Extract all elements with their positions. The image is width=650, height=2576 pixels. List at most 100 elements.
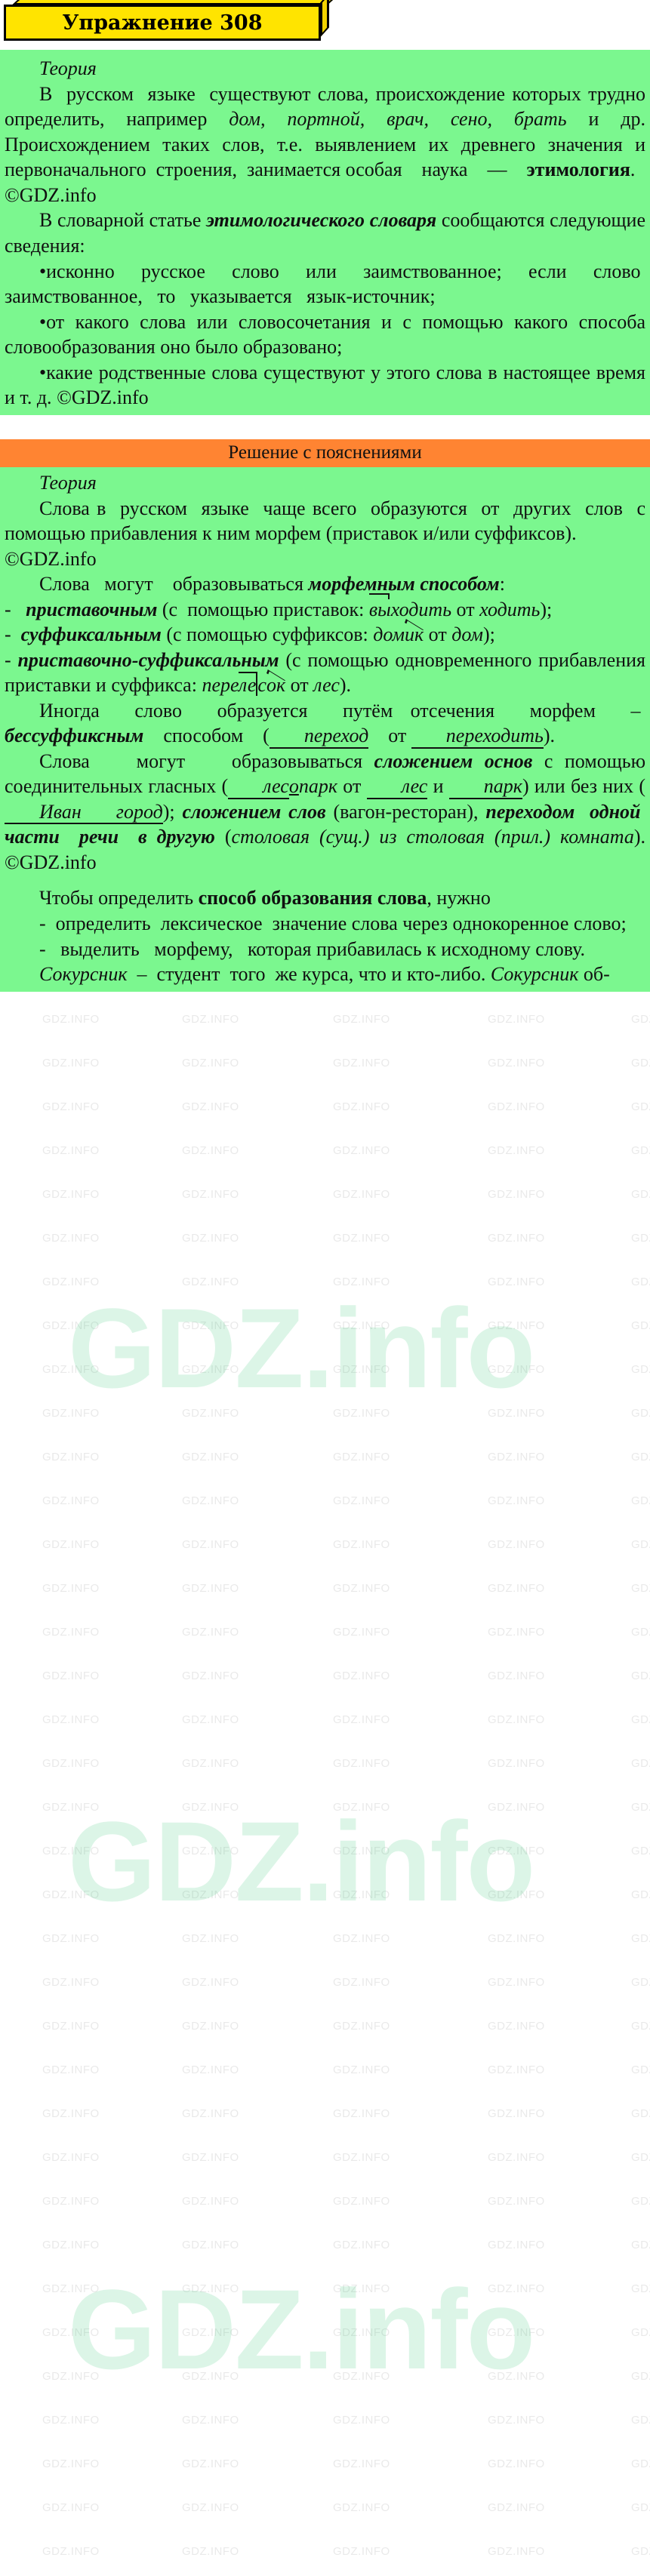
watermark-text: GDZ.INFO (182, 1626, 239, 1639)
watermark-text: GDZ.INFO (42, 2151, 100, 2164)
watermark-text: GDZ.INFO (333, 1582, 390, 1595)
watermark-text: GDZ.INFO (631, 1801, 650, 1814)
theory-bullet-3: •какие родственные слова существуют у эт… (5, 361, 645, 409)
watermark-text: GDZ.INFO (631, 2020, 650, 2033)
watermark-logo: GDZ.info (68, 1285, 535, 1411)
watermark-text: GDZ.INFO (488, 2239, 545, 2251)
watermark-text: GDZ.INFO (631, 2414, 650, 2427)
watermark-text: GDZ.INFO (42, 2239, 100, 2251)
watermark-text: GDZ.INFO (42, 1932, 100, 1945)
watermark-text: GDZ.INFO (333, 1013, 390, 1026)
solution-paragraph-bessuffix: Иногда слово образуется путём отсечения … (5, 698, 645, 749)
watermark-text: GDZ.INFO (488, 1276, 545, 1288)
watermark-text: GDZ.INFO (333, 2195, 390, 2208)
watermark-text: GDZ.INFO (333, 2501, 390, 2514)
watermark-text: GDZ.INFO (42, 1494, 100, 1507)
watermark-text: GDZ.INFO (182, 2545, 239, 2558)
watermark-text: GDZ.INFO (182, 1845, 239, 1857)
watermark-text: GDZ.INFO (42, 1188, 100, 1201)
watermark-text: GDZ.INFO (631, 1538, 650, 1551)
watermark-text: GDZ.INFO (42, 2501, 100, 2514)
credit-3: ©GDZ.info (5, 547, 97, 570)
watermark-text: GDZ.INFO (631, 2064, 650, 2076)
watermark-text: GDZ.INFO (182, 2020, 239, 2033)
watermark-text: GDZ.INFO (333, 1232, 390, 1245)
watermark-text: GDZ.INFO (631, 1757, 650, 1770)
watermark-text: GDZ.INFO (42, 1451, 100, 1463)
watermark-text: GDZ.INFO (333, 1276, 390, 1288)
watermark-text: GDZ.INFO (42, 1276, 100, 1288)
watermark-text: GDZ.INFO (42, 2545, 100, 2558)
watermark-text: GDZ.INFO (488, 2545, 545, 2558)
watermark-text: GDZ.INFO (182, 1538, 239, 1551)
watermark-text: GDZ.INFO (182, 2064, 239, 2076)
credit-2: ©GDZ.info (57, 386, 149, 409)
watermark-text: GDZ.INFO (488, 1713, 545, 1726)
solution-step-1: - определить лексическое значение слова … (39, 913, 627, 934)
watermark-text: GDZ.INFO (631, 2501, 650, 2514)
watermark-text: GDZ.INFO (182, 1363, 239, 1376)
watermark-text: GDZ.INFO (488, 1057, 545, 1069)
solution-method-prefix: - приставочным (с помощью приставок: вых… (5, 592, 645, 623)
watermark-text: GDZ.INFO (182, 1582, 239, 1595)
watermark-text: GDZ.INFO (333, 2064, 390, 2076)
watermark-text: GDZ.INFO (488, 1932, 545, 1945)
watermark-text: GDZ.INFO (333, 1757, 390, 1770)
watermark-text: GDZ.INFO (42, 2458, 100, 2470)
page-title: Упражнение 308 (62, 11, 263, 35)
watermark-text: GDZ.INFO (631, 2151, 650, 2164)
watermark-text: GDZ.INFO (631, 2326, 650, 2339)
theory-paragraph-1: В русском языке существуют слова, происх… (5, 82, 645, 206)
watermark-text: GDZ.INFO (631, 2370, 650, 2383)
watermark-text: GDZ.INFO (182, 2239, 239, 2251)
solution-header-label: Решение с пояснениями (228, 442, 422, 463)
watermark-text: GDZ.INFO (333, 2370, 390, 2383)
watermark-text: GDZ.INFO (182, 1319, 239, 1332)
watermark-logo: GDZ.info (68, 2266, 535, 2393)
watermark-text: GDZ.INFO (631, 1319, 650, 1332)
watermark-text: GDZ.INFO (631, 1713, 650, 1726)
watermark-text: GDZ.INFO (333, 1319, 390, 1332)
watermark-text: GDZ.INFO (182, 2151, 239, 2164)
watermark-text: GDZ.INFO (182, 1188, 239, 1201)
watermark-text: GDZ.INFO (42, 1757, 100, 1770)
watermark-text: GDZ.INFO (182, 2414, 239, 2427)
watermark-text: GDZ.INFO (42, 2282, 100, 2295)
watermark-text: GDZ.INFO (42, 1100, 100, 1113)
watermark-text: GDZ.INFO (333, 1713, 390, 1726)
watermark-logo: GDZ.info (68, 1798, 535, 1925)
watermark-text: GDZ.INFO (42, 1582, 100, 1595)
watermark-text: GDZ.INFO (182, 1888, 239, 1901)
watermark-text: GDZ.INFO (42, 1144, 100, 1157)
watermark-text: GDZ.INFO (488, 1582, 545, 1595)
theory-heading-1: Теория (39, 57, 97, 79)
watermark-text: GDZ.INFO (333, 1363, 390, 1376)
watermark-text: GDZ.INFO (182, 1013, 239, 1026)
watermark-text: GDZ.INFO (42, 1670, 100, 1682)
watermark-text: GDZ.INFO (631, 2282, 650, 2295)
section-divider (0, 414, 650, 439)
watermark-text: GDZ.INFO (182, 1757, 239, 1770)
watermark-text: GDZ.INFO (488, 1626, 545, 1639)
watermark-text: GDZ.INFO (42, 1801, 100, 1814)
watermark-text: GDZ.INFO (182, 1144, 239, 1157)
watermark-text: GDZ.INFO (182, 2107, 239, 2120)
watermark-text: GDZ.INFO (488, 2107, 545, 2120)
watermark-text: GDZ.INFO (631, 1626, 650, 1639)
watermark-text: GDZ.INFO (42, 1888, 100, 1901)
watermark-text: GDZ.INFO (333, 1451, 390, 1463)
watermark-text: GDZ.INFO (488, 2370, 545, 2383)
watermark-text: GDZ.INFO (333, 2326, 390, 2339)
watermark-text: GDZ.INFO (631, 2458, 650, 2470)
theory-paragraph-2: В словарной статье этимологического слов… (5, 209, 645, 257)
watermark-text: GDZ.INFO (42, 1976, 100, 1989)
watermark-text: GDZ.INFO (631, 1188, 650, 1201)
watermark-text: GDZ.INFO (333, 2458, 390, 2470)
watermark-text: GDZ.INFO (631, 1363, 650, 1376)
watermark-text: GDZ.INFO (182, 1276, 239, 1288)
watermark-text: GDZ.INFO (488, 2195, 545, 2208)
theory-bullet-1: •исконно русское слово или заимствованно… (5, 260, 645, 308)
watermark-text: GDZ.INFO (631, 1100, 650, 1113)
watermark-text: GDZ.INFO (631, 1057, 650, 1069)
watermark-text: GDZ.INFO (333, 2151, 390, 2164)
